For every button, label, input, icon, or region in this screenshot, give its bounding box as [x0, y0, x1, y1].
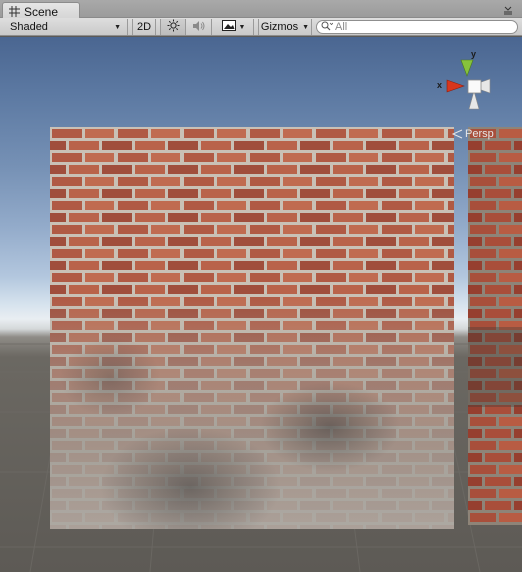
chevron-down-icon: ▼: [238, 23, 246, 31]
x-axis-label: x: [437, 80, 443, 90]
toggle-2d-label: 2D: [136, 21, 152, 33]
y-axis-label: y: [471, 49, 477, 59]
image-icon: [221, 20, 236, 34]
speaker-icon: [192, 20, 206, 35]
search-icon: [321, 21, 334, 34]
search-placeholder: All: [335, 21, 348, 33]
gizmos-dropdown[interactable]: Gizmos ▼: [258, 19, 312, 35]
scene-viewport[interactable]: y x Persp: [0, 37, 522, 572]
scene-toolbar: Shaded ▼ 2D ▼ Gizmos ▼ All: [0, 18, 522, 36]
shading-mode-label: Shaded: [10, 21, 48, 33]
tab-label: Scene: [24, 4, 59, 19]
scene-lighting-button[interactable]: [160, 19, 186, 35]
orientation-gizmo[interactable]: y x: [434, 47, 498, 119]
scene-audio-button[interactable]: [186, 19, 212, 35]
grid-icon: [9, 6, 20, 17]
brick-wall-main[interactable]: [50, 127, 454, 529]
hierarchy-search[interactable]: All: [316, 20, 518, 34]
scene-effects-dropdown[interactable]: ▼: [214, 19, 254, 35]
brick-wall-side[interactable]: [468, 127, 522, 525]
brick-texture: [468, 127, 522, 525]
toggle-2d-button[interactable]: 2D: [132, 19, 156, 35]
window-menu-icon[interactable]: [502, 3, 514, 15]
projection-label: Persp: [465, 128, 494, 140]
projection-toggle[interactable]: Persp: [451, 128, 494, 140]
chevron-left-icon: [451, 129, 463, 139]
tab-strip: Scene: [0, 0, 522, 19]
brick-texture: [50, 127, 454, 529]
tab-scene[interactable]: Scene: [2, 2, 80, 19]
axis-gizmo-icon: [446, 59, 491, 110]
sun-icon: [167, 19, 180, 35]
gizmos-label: Gizmos: [260, 21, 299, 33]
chevron-down-icon: ▼: [114, 23, 121, 31]
shading-mode-dropdown[interactable]: Shaded ▼: [0, 19, 128, 35]
chevron-down-icon: ▼: [302, 23, 310, 31]
